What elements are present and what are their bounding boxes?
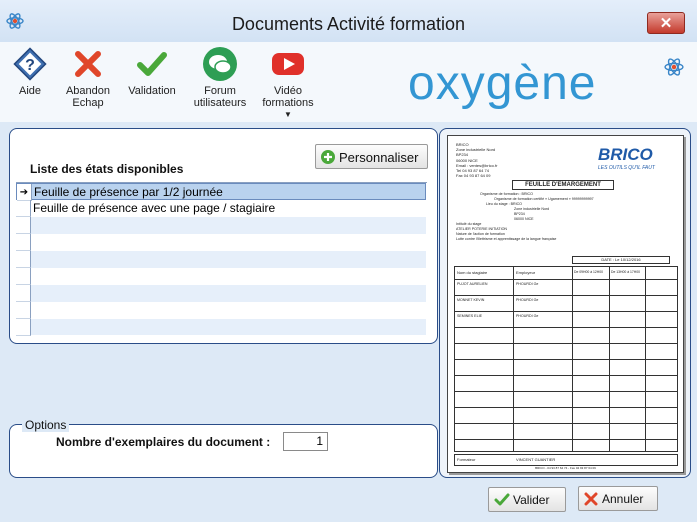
cancel-x-icon	[584, 492, 598, 506]
logo-atom-icon	[664, 58, 684, 76]
stage-info: Organisme de formation : BRICO Organisme…	[456, 192, 594, 242]
personnaliser-label: Personnaliser	[339, 150, 419, 165]
list-item[interactable]	[16, 217, 426, 234]
close-button[interactable]: ✕	[647, 12, 685, 34]
forum-button[interactable]: Forum utilisateurs	[188, 46, 252, 109]
list-item-label: Feuille de présence par 1/2 journée	[34, 185, 223, 199]
preview-footer: BRICO - 04 93 87 64 74 - Fax 04 93 87 64…	[535, 466, 596, 470]
copies-label: Nombre d'exemplaires du document :	[56, 435, 271, 449]
brico-tagline: LES OUTILS QU'IL FAUT	[598, 165, 655, 171]
row-marker	[16, 302, 31, 319]
list-item[interactable]	[16, 285, 426, 302]
abandon-button[interactable]: Abandon Echap	[60, 46, 116, 109]
checkmark-icon	[494, 493, 510, 506]
youtube-play-icon	[272, 53, 304, 75]
row-line	[455, 439, 677, 440]
personnaliser-button[interactable]: Personnaliser	[315, 144, 428, 169]
formateur-box: Formateur VINCENT GUANTIER	[454, 454, 678, 466]
row-line	[455, 327, 677, 328]
options-panel	[9, 424, 438, 478]
header-col-employer: Employeur	[516, 270, 536, 275]
row-line	[455, 423, 677, 424]
row-line	[455, 279, 677, 280]
row-line	[455, 311, 677, 312]
row-line	[455, 407, 677, 408]
validation-label: Validation	[128, 85, 176, 97]
trainee-employer: PHOURDI Ge	[516, 298, 539, 302]
formateur-label: Formateur	[457, 457, 476, 462]
row-marker	[16, 217, 31, 234]
abandon-label-2: Echap	[72, 97, 104, 109]
trainee-name: SEMINES ELIE	[457, 314, 482, 318]
dropdown-arrow-icon[interactable]: ▼	[258, 110, 318, 119]
list-item[interactable]: Feuille de présence avec une page / stag…	[16, 200, 426, 217]
date-box: DATE : Le 10/12/2016	[572, 256, 670, 264]
row-marker	[16, 285, 31, 302]
options-legend: Options	[22, 418, 70, 432]
copies-input[interactable]: 1	[283, 432, 328, 451]
abandon-label-1: Abandon	[65, 85, 111, 97]
row-marker	[16, 268, 31, 285]
header-col-name: Nom du stagiaire	[457, 270, 488, 275]
checkmark-icon	[137, 52, 167, 76]
list-item[interactable]	[16, 234, 426, 251]
header-col-am: De 09H00 à 12H00	[574, 270, 604, 274]
brico-logo: BRICO	[598, 145, 653, 164]
help-label: Aide	[18, 85, 42, 97]
row-marker	[16, 234, 31, 251]
org-address: BRICO Zone industrielle Nord BP234 06000…	[456, 142, 497, 178]
title-bar: Documents Activité formation ✕	[0, 0, 697, 42]
row-marker	[16, 200, 31, 217]
forum-label-1: Forum	[204, 85, 236, 97]
row-line	[455, 359, 677, 360]
video-button[interactable]: Vidéo formations ▼	[258, 46, 318, 119]
row-line	[455, 295, 677, 296]
forum-label-2: utilisateurs	[193, 97, 247, 109]
row-marker	[16, 319, 31, 336]
window-title: Documents Activité formation	[231, 14, 466, 34]
list-item[interactable]	[16, 268, 426, 285]
sheet-title: FEUILLE D'EMARGEMENT	[512, 180, 614, 190]
list-item[interactable]: ➔ Feuille de présence par 1/2 journée	[16, 183, 426, 201]
cancel-x-icon	[75, 51, 101, 77]
list-item-label: Feuille de présence avec une page / stag…	[33, 201, 276, 215]
valider-button[interactable]: Valider	[488, 487, 566, 512]
row-line	[455, 375, 677, 376]
row-pointer-icon: ➔	[17, 184, 32, 201]
attendance-table: Nom du stagiaire Employeur De 09H00 à 12…	[454, 266, 678, 452]
help-button[interactable]: ? Aide	[10, 46, 50, 97]
plus-circle-icon	[321, 150, 335, 164]
org-line: Fax 04 93 87 64 09	[456, 173, 491, 179]
validation-button[interactable]: Validation	[124, 46, 180, 97]
info-line: Lutte contre l'illettrisme et apprentiss…	[456, 237, 557, 241]
annuler-label: Annuler	[602, 492, 644, 506]
states-heading: Liste des états disponibles	[30, 162, 184, 176]
video-label-1: Vidéo	[274, 85, 302, 97]
svg-text:?: ?	[25, 57, 35, 74]
help-icon: ?	[13, 47, 47, 81]
states-list: ➔ Feuille de présence par 1/2 journée Fe…	[16, 182, 427, 336]
list-item[interactable]	[16, 251, 426, 268]
trainee-name: PUJOT AURELIEN	[457, 282, 488, 286]
close-icon: ✕	[659, 15, 673, 32]
list-item[interactable]	[16, 319, 426, 336]
trainee-employer: PHOURDI Ge	[516, 282, 539, 286]
oxygene-logo: oxygène	[408, 57, 597, 110]
forum-icon	[203, 47, 237, 81]
document-preview: BRICO Zone industrielle Nord BP234 06000…	[447, 135, 684, 473]
trainee-name: MONNET KEVIN	[457, 298, 485, 302]
annuler-button[interactable]: Annuler	[578, 486, 658, 511]
row-line	[455, 343, 677, 344]
trainee-employer: PHOURDI Ge	[516, 314, 539, 318]
row-marker	[16, 251, 31, 268]
header-col-pm: De 13H00 à 17H00	[611, 270, 641, 274]
row-line	[455, 391, 677, 392]
formateur-name: VINCENT GUANTIER	[516, 457, 556, 462]
list-item[interactable]	[16, 302, 426, 319]
video-label-2: formations	[262, 97, 314, 109]
valider-label: Valider	[513, 493, 550, 507]
